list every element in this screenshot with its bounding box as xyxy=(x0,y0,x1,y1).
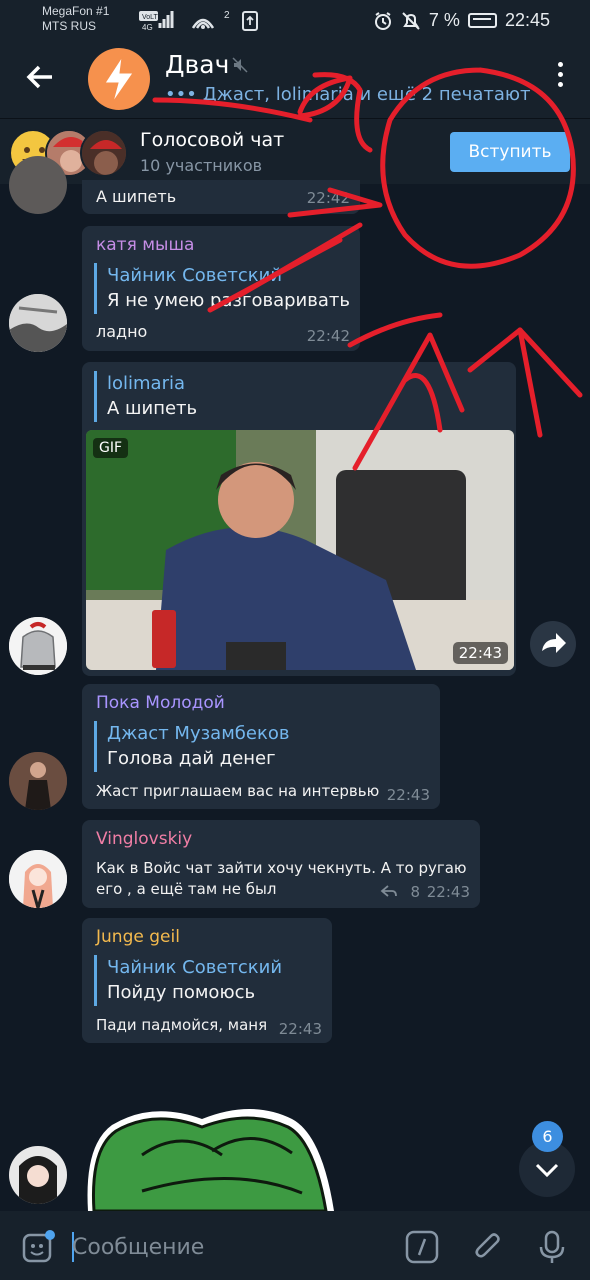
volte-badge: VoLTE xyxy=(142,14,163,21)
quote-author: Джаст Музамбеков xyxy=(107,723,290,744)
kettle-icon xyxy=(9,617,67,675)
message-bubble[interactable]: Vinglovskiy Как в Войс чат зайти хочу че… xyxy=(82,820,480,908)
clock: 22:45 xyxy=(504,10,550,30)
message-time: 22:43 xyxy=(426,883,470,901)
message-time: 22:43 xyxy=(278,1020,322,1038)
reply-quote[interactable]: lolimaria А шипеть xyxy=(94,371,197,422)
message-bubble[interactable]: lolimaria А шипеть GIF 22:43 xyxy=(82,362,516,676)
attach-paperclip-icon[interactable] xyxy=(470,1229,506,1265)
sender-avatar[interactable] xyxy=(9,294,67,352)
quote-author: Чайник Советский xyxy=(107,957,283,978)
signal-icons: VoLTE 4G 2 xyxy=(139,10,258,32)
message-bubble[interactable]: катя мыша Чайник Советский Я не умею раз… xyxy=(82,226,360,351)
sender-name[interactable]: Vinglovskiy xyxy=(96,829,192,849)
voice-chat-bar[interactable]: Голосовой чат 10 участников Вступить xyxy=(0,118,590,184)
status-right: 7 % 22:45 xyxy=(373,10,550,31)
typing-status: ••• Джаст, lolimaria и ещё 2 печатают xyxy=(165,84,531,105)
message-text: Жаст приглашаем вас на интервью xyxy=(96,782,380,800)
mute-bell-icon xyxy=(402,11,420,30)
gif-media[interactable]: GIF 22:43 xyxy=(86,430,514,670)
sim-badge: 2 xyxy=(224,10,230,21)
share-arrow-icon xyxy=(542,633,566,653)
sender-avatar[interactable] xyxy=(9,617,67,675)
quote-author: lolimaria xyxy=(107,373,186,394)
carrier-info: MegaFon #1 MTS RUS xyxy=(42,4,109,34)
reply-count[interactable]: 8 xyxy=(410,883,420,901)
voice-chat-title: Голосовой чат xyxy=(140,129,285,151)
battery-icon xyxy=(467,13,497,28)
telegram-chat-screen: MegaFon #1 MTS RUS VoLTE 4G 2 7 % 22:45 … xyxy=(0,0,590,1280)
lightning-icon xyxy=(89,49,149,109)
carrier-2: MTS RUS xyxy=(42,19,96,33)
sender-name[interactable]: Junge geil xyxy=(96,927,180,947)
muted-icon xyxy=(232,57,248,73)
message-composer xyxy=(0,1211,590,1280)
message-bubble[interactable]: Пока Молодой Джаст Музамбеков Голова дай… xyxy=(82,684,440,809)
sender-name[interactable]: катя мыша xyxy=(96,235,194,255)
message-time: 22:42 xyxy=(306,327,350,345)
message-bubble[interactable]: А шипеть 22:42 xyxy=(82,180,360,214)
message-text-line-2: его , а ещё там не был xyxy=(96,880,277,898)
chat-header: Двач ••• Джаст, lolimaria и ещё 2 печата… xyxy=(0,40,590,118)
message-text: А шипеть xyxy=(96,187,177,206)
pepe-sticker[interactable] xyxy=(82,1105,372,1211)
sender-name[interactable]: Пока Молодой xyxy=(96,693,225,713)
message-text-line-1: Как в Войс чат зайти хочу чекнуть. А то … xyxy=(96,859,467,877)
bot-command-icon[interactable] xyxy=(404,1229,440,1265)
participant-avatar xyxy=(80,129,128,177)
alarm-icon xyxy=(374,11,391,30)
reply-quote[interactable]: Чайник Советский Я не умею разговаривать xyxy=(94,263,350,314)
message-time: 22:43 xyxy=(452,642,508,664)
voice-chat-participants: 10 участников xyxy=(140,156,263,175)
sticker-emoji-icon[interactable] xyxy=(20,1229,56,1265)
network-type: 4G xyxy=(142,23,153,32)
quote-text: А шипеть xyxy=(107,398,198,419)
reply-quote[interactable]: Чайник Советский Пойду помоюсь xyxy=(94,955,282,1006)
status-bar: MegaFon #1 MTS RUS VoLTE 4G 2 7 % 22:45 xyxy=(0,0,590,40)
reply-quote[interactable]: Джаст Музамбеков Голова дай денег xyxy=(94,721,289,772)
carrier-1: MegaFon #1 xyxy=(42,4,110,18)
quote-text: Я не умею разговаривать xyxy=(107,290,350,311)
battery-percent: 7 % xyxy=(428,10,460,30)
reply-count-icon[interactable] xyxy=(380,882,398,900)
message-input[interactable] xyxy=(72,1229,372,1265)
chat-title[interactable]: Двач xyxy=(165,50,229,79)
message-text: ладно xyxy=(96,322,148,341)
quote-author: Чайник Советский xyxy=(107,265,283,286)
sender-avatar[interactable] xyxy=(9,156,67,214)
microphone-icon[interactable] xyxy=(534,1229,570,1265)
sender-avatar[interactable] xyxy=(9,752,67,810)
more-menu-icon[interactable] xyxy=(555,62,565,96)
gif-badge: GIF xyxy=(93,438,129,458)
message-time: 22:42 xyxy=(306,189,350,207)
quote-text: Голова дай денег xyxy=(107,748,276,769)
sender-avatar[interactable] xyxy=(9,850,67,908)
sender-avatar[interactable] xyxy=(9,1146,67,1204)
message-bubble[interactable]: Junge geil Чайник Советский Пойду помоюс… xyxy=(82,918,332,1043)
unread-count-badge: 6 xyxy=(532,1121,563,1152)
share-button[interactable] xyxy=(530,621,576,667)
back-arrow-icon[interactable] xyxy=(24,61,56,93)
quote-text: Пойду помоюсь xyxy=(107,982,256,1003)
message-time: 22:43 xyxy=(386,786,430,804)
channel-avatar[interactable] xyxy=(88,48,150,110)
message-text: Пади падмойся, маня xyxy=(96,1016,268,1034)
join-voice-chat-button[interactable]: Вступить xyxy=(450,132,570,172)
